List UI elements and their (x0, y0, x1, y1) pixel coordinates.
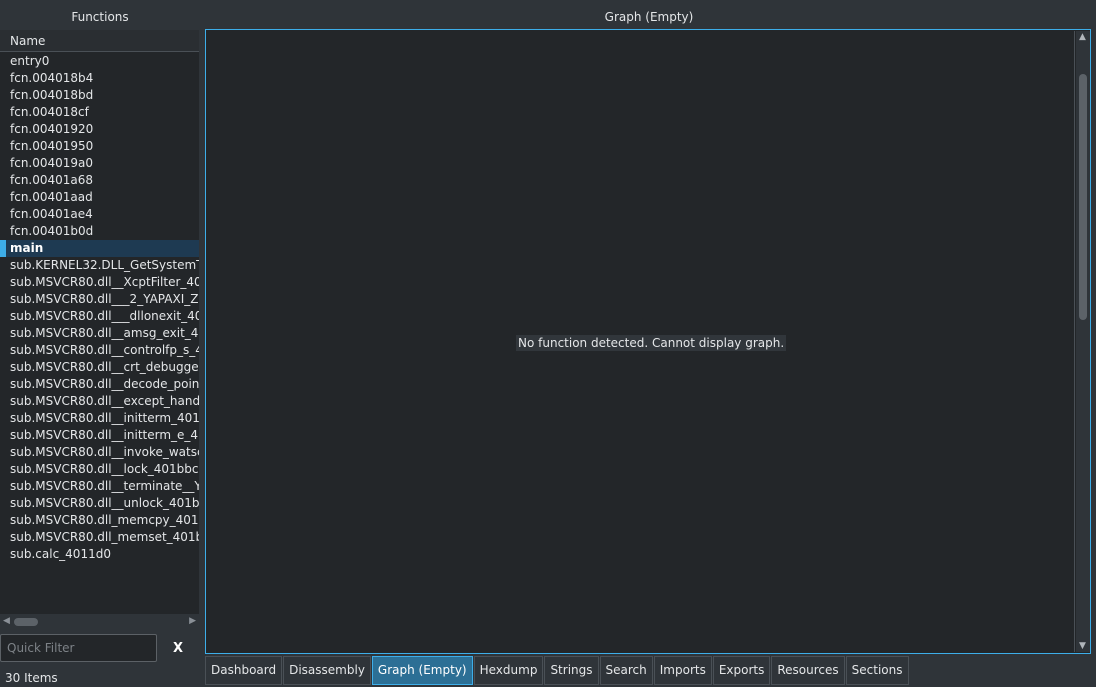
function-item[interactable]: fcn.004018bd (0, 87, 199, 104)
tab-resources[interactable]: Resources (771, 656, 845, 685)
clear-filter-button[interactable]: X (165, 636, 191, 660)
function-item[interactable]: fcn.00401b0d (0, 223, 199, 240)
functions-panel: Functions Name entry0 fcn.004018b4 fcn.004… (0, 0, 200, 687)
function-item[interactable]: sub.MSVCR80.dll__initterm_e_4 (0, 427, 199, 444)
function-item[interactable]: sub.MSVCR80.dll___dllonexit_40 (0, 308, 199, 325)
function-item[interactable]: fcn.00401ae4 (0, 206, 199, 223)
function-item[interactable]: sub.MSVCR80.dll___2_YAPAXI_Z (0, 291, 199, 308)
item-count: 30 Items (5, 671, 58, 685)
scroll-right-icon[interactable]: ▶ (189, 616, 196, 626)
function-item[interactable]: fcn.004018cf (0, 104, 199, 121)
vertical-scrollbar-thumb[interactable] (1079, 74, 1087, 320)
function-item[interactable]: sub.MSVCR80.dll__invoke_watsc (0, 444, 199, 461)
function-item[interactable]: sub.MSVCR80.dll__initterm_401 (0, 410, 199, 427)
function-item[interactable]: sub.MSVCR80.dll__controlfp_s_4 (0, 342, 199, 359)
function-item[interactable]: sub.MSVCR80.dll_memcpy_401 (0, 512, 199, 529)
tab-graph-empty[interactable]: Graph (Empty) (371, 656, 473, 685)
function-item[interactable]: sub.MSVCR80.dll__except_hand (0, 393, 199, 410)
tab-strings[interactable]: Strings (544, 656, 599, 685)
horizontal-scrollbar-thumb[interactable] (14, 618, 38, 626)
function-item[interactable]: sub.MSVCR80.dll__XcptFilter_40 (0, 274, 199, 291)
scroll-down-icon[interactable]: ▼ (1079, 641, 1086, 651)
column-header-name[interactable]: Name (0, 30, 199, 52)
function-item[interactable]: fcn.00401a68 (0, 172, 199, 189)
tab-sections[interactable]: Sections (845, 656, 909, 685)
function-item[interactable]: sub.calc_4011d0 (0, 546, 199, 563)
tab-exports[interactable]: Exports (712, 656, 771, 685)
vertical-scrollbar[interactable]: ▲ ▼ (1076, 31, 1090, 652)
graph-canvas[interactable]: No function detected. Cannot display gra… (207, 31, 1075, 652)
scroll-up-icon[interactable]: ▲ (1079, 32, 1086, 42)
tab-imports[interactable]: Imports (653, 656, 712, 685)
function-item[interactable]: fcn.00401920 (0, 121, 199, 138)
tab-hexdump[interactable]: Hexdump (473, 656, 544, 685)
bottom-tab-bar: Dashboard Disassembly Graph (Empty) Hexdump… (205, 656, 910, 686)
tab-search[interactable]: Search (599, 656, 653, 685)
functions-list: entry0 fcn.004018b4 fcn.004018bd fcn.004018… (0, 52, 199, 563)
function-item[interactable]: entry0 (0, 53, 199, 70)
function-item[interactable]: sub.MSVCR80.dll__crt_debugge (0, 359, 199, 376)
graph-panel-title: Graph (Empty) (604, 10, 694, 24)
function-item[interactable]: fcn.00401aad (0, 189, 199, 206)
function-item[interactable]: sub.MSVCR80.dll_memset_401b (0, 529, 199, 546)
tab-disassembly[interactable]: Disassembly (283, 656, 371, 685)
function-item[interactable]: fcn.00401950 (0, 138, 199, 155)
scroll-left-icon[interactable]: ◀ (3, 616, 10, 626)
graph-panel: No function detected. Cannot display gra… (205, 29, 1091, 654)
function-item[interactable]: fcn.004018b4 (0, 70, 199, 87)
function-item-selected[interactable]: main (0, 240, 199, 257)
horizontal-scrollbar[interactable]: ◀ ▶ (0, 615, 199, 629)
function-item[interactable]: sub.MSVCR80.dll__lock_401bbc (0, 461, 199, 478)
functions-panel-title: Functions (71, 10, 129, 24)
function-item[interactable]: sub.MSVCR80.dll__unlock_401b (0, 495, 199, 512)
function-item[interactable]: sub.MSVCR80.dll__terminate__Y (0, 478, 199, 495)
function-item[interactable]: sub.MSVCR80.dll__decode_poin (0, 376, 199, 393)
tab-dashboard[interactable]: Dashboard (205, 656, 283, 685)
functions-table[interactable]: Name entry0 fcn.004018b4 fcn.004018bd fcn.0… (0, 30, 199, 614)
quick-filter-input[interactable] (0, 634, 157, 662)
function-item[interactable]: sub.MSVCR80.dll__amsg_exit_4 (0, 325, 199, 342)
empty-graph-message: No function detected. Cannot display gra… (516, 335, 787, 351)
function-item[interactable]: sub.KERNEL32.DLL_GetSystemT (0, 257, 199, 274)
function-item[interactable]: fcn.004019a0 (0, 155, 199, 172)
